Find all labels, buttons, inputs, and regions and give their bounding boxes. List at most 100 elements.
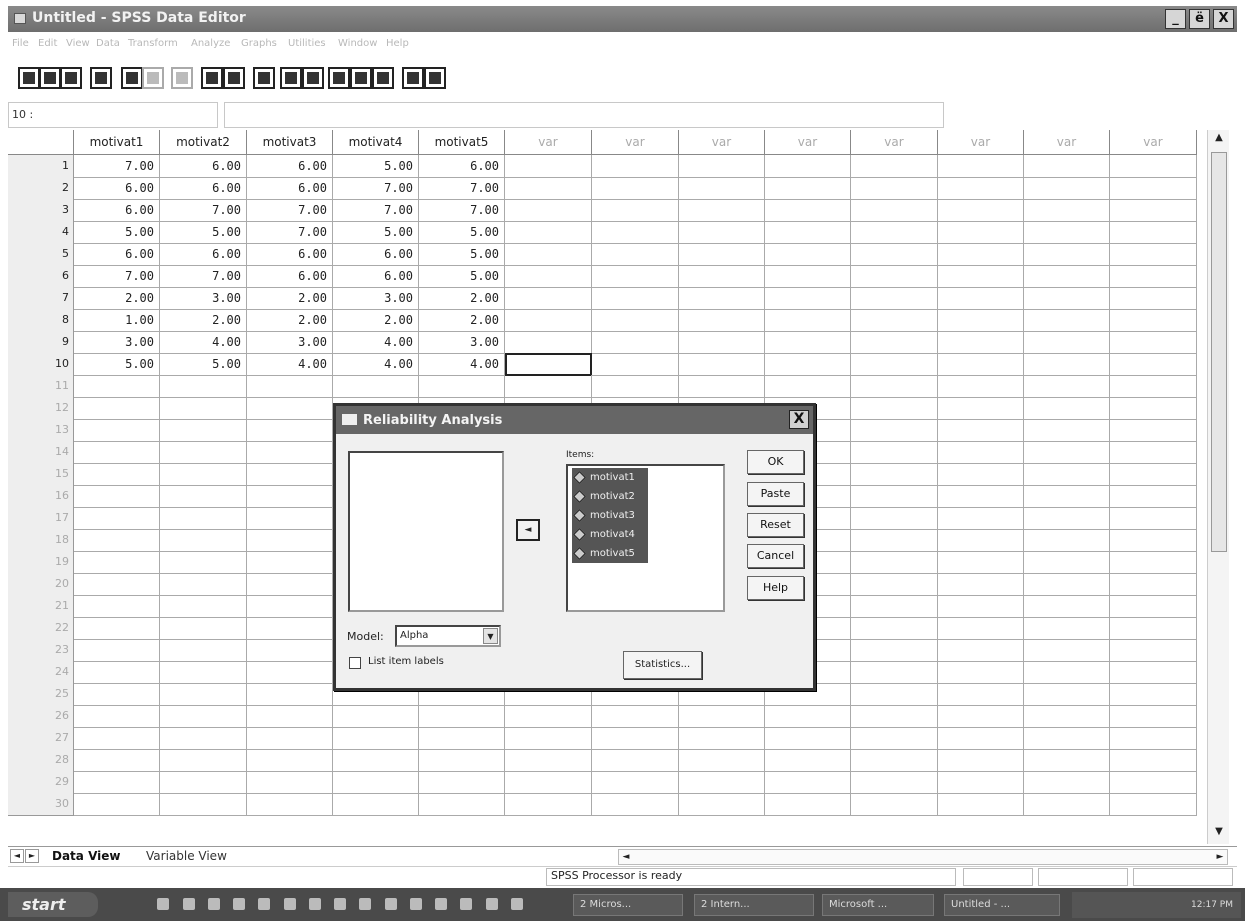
column-header[interactable]: var bbox=[679, 130, 765, 155]
grid-cell[interactable]: 3.00 bbox=[419, 331, 505, 354]
grid-cell[interactable] bbox=[938, 353, 1024, 376]
grid-cell[interactable] bbox=[505, 199, 592, 222]
quicklaunch-icon[interactable] bbox=[258, 898, 270, 910]
grid-cell[interactable]: 2.00 bbox=[333, 309, 419, 332]
grid-cell[interactable] bbox=[679, 177, 765, 200]
column-header[interactable]: var bbox=[1024, 130, 1110, 155]
grid-cell[interactable] bbox=[765, 199, 851, 222]
column-header[interactable]: var bbox=[938, 130, 1024, 155]
grid-cell[interactable] bbox=[1110, 749, 1197, 772]
grid-cell[interactable] bbox=[938, 375, 1024, 398]
grid-cell[interactable] bbox=[74, 551, 160, 574]
grid-cell[interactable] bbox=[851, 727, 938, 750]
grid-cell[interactable] bbox=[679, 331, 765, 354]
column-header[interactable]: var bbox=[592, 130, 679, 155]
grid-cell[interactable] bbox=[1110, 727, 1197, 750]
grid-cell[interactable] bbox=[1024, 441, 1110, 464]
grid-cell[interactable] bbox=[160, 397, 247, 420]
grid-cell[interactable] bbox=[938, 397, 1024, 420]
grid-cell[interactable] bbox=[1110, 375, 1197, 398]
grid-cell[interactable]: 6.00 bbox=[247, 265, 333, 288]
grid-cell[interactable] bbox=[1024, 177, 1110, 200]
grid-cell[interactable] bbox=[765, 309, 851, 332]
grid-cell[interactable] bbox=[160, 793, 247, 816]
grid-cell[interactable] bbox=[505, 727, 592, 750]
grid-cell[interactable] bbox=[1024, 419, 1110, 442]
grid-cell[interactable] bbox=[851, 793, 938, 816]
grid-cell[interactable] bbox=[247, 727, 333, 750]
grid-cell[interactable] bbox=[505, 287, 592, 310]
grid-cell[interactable] bbox=[1024, 375, 1110, 398]
grid-cell[interactable]: 4.00 bbox=[333, 353, 419, 376]
column-header[interactable]: motivat4 bbox=[333, 130, 419, 155]
row-number[interactable]: 1 bbox=[8, 155, 74, 178]
quicklaunch-icon[interactable] bbox=[410, 898, 422, 910]
quicklaunch-icon[interactable] bbox=[435, 898, 447, 910]
row-number[interactable]: 25 bbox=[8, 683, 74, 706]
row-number[interactable]: 6 bbox=[8, 265, 74, 288]
grid-cell[interactable]: 1.00 bbox=[74, 309, 160, 332]
grid-cell[interactable] bbox=[247, 485, 333, 508]
grid-cell[interactable] bbox=[247, 397, 333, 420]
grid-cell[interactable]: 4.00 bbox=[247, 353, 333, 376]
grid-cell[interactable] bbox=[1110, 177, 1197, 200]
grid-cell[interactable] bbox=[765, 771, 851, 794]
quicklaunch-icon[interactable] bbox=[284, 898, 296, 910]
grid-cell[interactable] bbox=[1110, 287, 1197, 310]
scroll-right-icon[interactable]: ► bbox=[1213, 850, 1227, 864]
grid-cell[interactable]: 6.00 bbox=[247, 155, 333, 178]
grid-cell[interactable] bbox=[1110, 683, 1197, 706]
grid-cell[interactable] bbox=[1024, 727, 1110, 750]
scroll-up-icon[interactable]: ▲ bbox=[1211, 132, 1227, 148]
grid-cell[interactable] bbox=[505, 705, 592, 728]
grid-cell[interactable] bbox=[1024, 331, 1110, 354]
grid-cell[interactable] bbox=[851, 331, 938, 354]
grid-cell[interactable] bbox=[1110, 485, 1197, 508]
grid-cell[interactable] bbox=[679, 309, 765, 332]
grid-cell[interactable] bbox=[938, 771, 1024, 794]
grid-cell[interactable]: 4.00 bbox=[333, 331, 419, 354]
start-button[interactable]: start bbox=[8, 892, 98, 917]
grid-cell[interactable]: 5.00 bbox=[74, 353, 160, 376]
grid-cell[interactable] bbox=[1024, 771, 1110, 794]
grid-cell[interactable] bbox=[247, 573, 333, 596]
grid-cell[interactable] bbox=[74, 397, 160, 420]
row-number[interactable]: 11 bbox=[8, 375, 74, 398]
grid-cell[interactable] bbox=[851, 485, 938, 508]
grid-cell[interactable] bbox=[765, 177, 851, 200]
grid-cell[interactable] bbox=[679, 155, 765, 178]
grid-cell[interactable] bbox=[333, 793, 419, 816]
grid-cell[interactable] bbox=[1024, 199, 1110, 222]
grid-cell[interactable] bbox=[851, 683, 938, 706]
grid-cell[interactable] bbox=[765, 243, 851, 266]
grid-cell[interactable] bbox=[592, 309, 679, 332]
grid-cell[interactable]: 5.00 bbox=[160, 353, 247, 376]
grid-cell[interactable] bbox=[851, 155, 938, 178]
grid-cell[interactable] bbox=[592, 727, 679, 750]
grid-cell[interactable] bbox=[247, 375, 333, 398]
grid-cell[interactable] bbox=[505, 243, 592, 266]
grid-cell[interactable]: 7.00 bbox=[247, 199, 333, 222]
grid-cell[interactable] bbox=[160, 617, 247, 640]
insert-variable-icon[interactable] bbox=[302, 67, 324, 89]
dialog-close-button[interactable]: X bbox=[789, 410, 809, 429]
grid-cell[interactable] bbox=[419, 727, 505, 750]
grid-cell[interactable] bbox=[74, 595, 160, 618]
row-number[interactable]: 24 bbox=[8, 661, 74, 684]
grid-cell[interactable] bbox=[1024, 463, 1110, 486]
grid-cell[interactable] bbox=[938, 309, 1024, 332]
column-header[interactable]: var bbox=[851, 130, 938, 155]
grid-cell[interactable] bbox=[592, 771, 679, 794]
grid-cell[interactable] bbox=[333, 705, 419, 728]
goto-case-icon[interactable] bbox=[201, 67, 223, 89]
grid-cell[interactable] bbox=[592, 375, 679, 398]
row-number[interactable]: 30 bbox=[8, 793, 74, 816]
grid-cell[interactable] bbox=[1024, 265, 1110, 288]
model-select[interactable]: Alpha ▼ bbox=[395, 625, 501, 647]
grid-cell[interactable] bbox=[1024, 749, 1110, 772]
use-sets-icon[interactable] bbox=[424, 67, 446, 89]
grid-cell[interactable] bbox=[1024, 221, 1110, 244]
grid-cell[interactable] bbox=[851, 529, 938, 552]
grid-cell[interactable] bbox=[765, 155, 851, 178]
row-number[interactable]: 26 bbox=[8, 705, 74, 728]
